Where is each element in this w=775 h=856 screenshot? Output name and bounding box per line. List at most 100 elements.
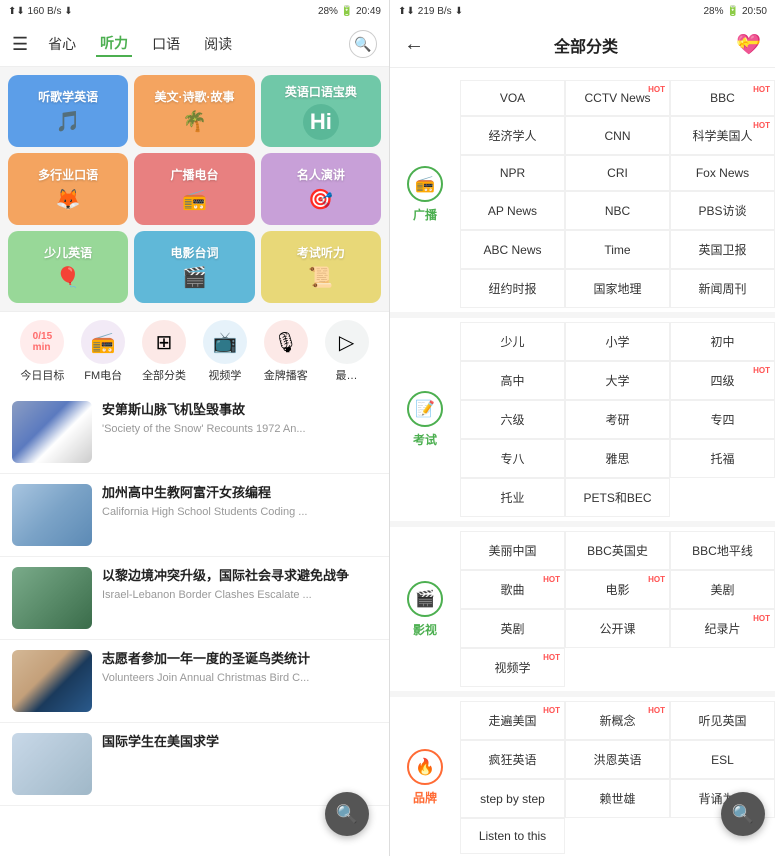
- cat-cell-british-drama[interactable]: 英剧: [460, 609, 565, 648]
- cat-cell-bbc-horizon[interactable]: BBC地平线: [670, 531, 775, 570]
- cat-cell-crazy-english[interactable]: 疯狂英语: [460, 740, 565, 779]
- news-item-2[interactable]: 以黎边境冲突升级，国际社会寻求避免战争 Israel-Lebanon Borde…: [0, 557, 389, 640]
- cat-cell-guardian[interactable]: 英国卫报: [670, 230, 775, 269]
- exam-icon-circle: 📝: [407, 391, 443, 427]
- news-item-3[interactable]: 志愿者参加一年一度的圣诞鸟类统计 Volunteers Join Annual …: [0, 640, 389, 723]
- grid-card-5[interactable]: 名人演讲 🎯: [261, 153, 381, 225]
- cat-cell-cet4[interactable]: 四级HOT: [670, 361, 775, 400]
- grid-card-label-6: 少儿英语: [44, 244, 92, 261]
- cat-cell-cctv[interactable]: CCTV NewsHOT: [565, 80, 670, 116]
- cat-cell-songs[interactable]: 歌曲HOT: [460, 570, 565, 609]
- icon-video[interactable]: 📺 视频学: [194, 320, 255, 383]
- right-navigation: ← 全部分类 💝: [390, 22, 775, 68]
- icon-fm[interactable]: 📻 FM电台: [73, 320, 134, 383]
- cat-cell-video-study[interactable]: 视频学HOT: [460, 648, 565, 687]
- grid-card-6[interactable]: 少儿英语 🎈: [8, 231, 128, 303]
- grid-card-7[interactable]: 电影台词 🎬: [134, 231, 254, 303]
- cat-cell-bbc[interactable]: BBCHOT: [670, 80, 775, 116]
- nav-item-kouyu[interactable]: 口语: [148, 32, 184, 56]
- cat-cell-middle[interactable]: 初中: [670, 322, 775, 361]
- cat-cell-nbc[interactable]: NBC: [565, 191, 670, 230]
- cat-cell-voa[interactable]: VOA: [460, 80, 565, 116]
- nav-item-shengxin[interactable]: 省心: [44, 32, 80, 56]
- grid-card-1[interactable]: 美文·诗歌·故事 🌴: [134, 75, 254, 147]
- cat-cell-primary[interactable]: 小学: [565, 322, 670, 361]
- news-item-1[interactable]: 加州高中生教阿富汗女孩编程 California High School Stu…: [0, 474, 389, 557]
- search-button[interactable]: 🔍: [349, 30, 377, 58]
- cat-cell-kaoy[interactable]: 考研: [565, 400, 670, 439]
- news-title-3: 志愿者参加一年一度的圣诞鸟类统计: [102, 650, 377, 668]
- cat-cell-npr[interactable]: NPR: [460, 155, 565, 191]
- cat-cell-economist[interactable]: 经济学人: [460, 116, 565, 155]
- grid-card-0[interactable]: 听歌学英语 🎵: [8, 75, 128, 147]
- cat-cell-zte8[interactable]: 专八: [460, 439, 565, 478]
- categories-scroll[interactable]: 📻 广播 VOA CCTV NewsHOT BBCHOT 经济学人 CNN 科学…: [390, 68, 775, 856]
- grid-card-8[interactable]: 考试听力 📜: [261, 231, 381, 303]
- grid-card-3[interactable]: 多行业口语 🦊: [8, 153, 128, 225]
- grid-card-4[interactable]: 广播电台 📻: [134, 153, 254, 225]
- grid-card-label-5: 名人演讲: [297, 166, 345, 183]
- cat-cell-newsweek[interactable]: 新闻周刊: [670, 269, 775, 308]
- right-search-fab[interactable]: 🔍: [721, 792, 765, 836]
- speed-text: 160 B/s: [28, 6, 62, 17]
- hot-badge: HOT: [753, 121, 770, 130]
- cat-cell-documentary[interactable]: 纪录片HOT: [670, 609, 775, 648]
- cat-cell-toie[interactable]: 托业: [460, 478, 565, 517]
- cat-cell-foxnews[interactable]: Fox News: [670, 155, 775, 191]
- more-circle: ▷: [325, 320, 369, 364]
- cat-cell-movies[interactable]: 电影HOT: [565, 570, 670, 609]
- cat-cell-nytimes[interactable]: 纽约时报: [460, 269, 565, 308]
- cat-cell-america[interactable]: 走遍美国HOT: [460, 701, 565, 740]
- hot-badge: HOT: [648, 575, 665, 584]
- cat-cell-beautiful-china[interactable]: 美丽中国: [460, 531, 565, 570]
- nav-item-yuedu[interactable]: 阅读: [200, 32, 236, 56]
- cat-cell-american-drama[interactable]: 美剧: [670, 570, 775, 609]
- category-section-brand: 🔥 品牌 走遍美国HOT 新概念HOT 听见英国 疯狂英语 洪恩英语 ESL s…: [390, 697, 775, 856]
- grid-card-icon-7: 🎬: [182, 265, 207, 290]
- favorite-button[interactable]: 💝: [736, 32, 761, 57]
- news-item-4[interactable]: 国际学生在美国求学: [0, 723, 389, 806]
- cat-cell-ielts[interactable]: 雅思: [565, 439, 670, 478]
- news-title-0: 安第斯山脉飞机坠毁事故: [102, 401, 377, 419]
- news-subtitle-0: 'Society of the Snow' Recounts 1972 An..…: [102, 422, 377, 436]
- icon-all-categories[interactable]: ⊞ 全部分类: [134, 320, 195, 383]
- film-label: 影视: [413, 621, 437, 638]
- cat-cell-apnews[interactable]: AP News: [460, 191, 565, 230]
- feature-grid: 听歌学英语 🎵 美文·诗歌·故事 🌴 英语口语宝典 Hi 多行业口语 🦊 广播电…: [0, 67, 389, 311]
- cat-cell-cnn[interactable]: CNN: [565, 116, 670, 155]
- cat-cell-pets[interactable]: PETS和BEC: [565, 478, 670, 517]
- icon-daily-goal[interactable]: 0/15min 今日目标: [12, 320, 73, 383]
- cat-cell-college[interactable]: 大学: [565, 361, 670, 400]
- cat-cell-hongen[interactable]: 洪恩英语: [565, 740, 670, 779]
- icon-podcast[interactable]: 🎙 金牌播客: [255, 320, 316, 383]
- news-title-2: 以黎边境冲突升级，国际社会寻求避免战争: [102, 567, 377, 585]
- cat-cell-lai[interactable]: 赖世雄: [565, 779, 670, 818]
- cat-cell-high[interactable]: 高中: [460, 361, 565, 400]
- cat-cell-abcnews[interactable]: ABC News: [460, 230, 565, 269]
- cat-cell-listen-to-this[interactable]: Listen to this: [460, 818, 565, 854]
- cat-cell-natgeo[interactable]: 国家地理: [565, 269, 670, 308]
- back-button[interactable]: ←: [404, 33, 424, 56]
- grid-card-2[interactable]: 英语口语宝典 Hi: [261, 75, 381, 147]
- cat-cell-cet6[interactable]: 六级: [460, 400, 565, 439]
- cat-cell-zte4[interactable]: 专四: [670, 400, 775, 439]
- video-label: 视频学: [208, 367, 241, 383]
- cat-cell-pbs[interactable]: PBS访谈: [670, 191, 775, 230]
- cat-cell-step-by-step[interactable]: step by step: [460, 779, 565, 818]
- search-fab[interactable]: 🔍: [325, 792, 369, 836]
- cat-cell-cri[interactable]: CRI: [565, 155, 670, 191]
- cat-cell-toefl[interactable]: 托福: [670, 439, 775, 478]
- cat-cell-sci-american[interactable]: 科学美国人HOT: [670, 116, 775, 155]
- cat-cell-hear-england[interactable]: 听见英国: [670, 701, 775, 740]
- cat-cell-new-concept[interactable]: 新概念HOT: [565, 701, 670, 740]
- cat-cell-child[interactable]: 少儿: [460, 322, 565, 361]
- cat-cell-esl[interactable]: ESL: [670, 740, 775, 779]
- grid-card-icon-1: 🌴: [182, 109, 207, 134]
- news-item-0[interactable]: 安第斯山脉飞机坠毁事故 'Society of the Snow' Recoun…: [0, 391, 389, 474]
- cat-cell-time[interactable]: Time: [565, 230, 670, 269]
- icon-more[interactable]: ▷ 最…: [316, 320, 377, 383]
- cat-cell-open-course[interactable]: 公开课: [565, 609, 670, 648]
- nav-item-tingli[interactable]: 听力: [96, 31, 132, 57]
- cat-cell-bbc-history[interactable]: BBC英国史: [565, 531, 670, 570]
- hamburger-menu[interactable]: ☰: [12, 34, 28, 55]
